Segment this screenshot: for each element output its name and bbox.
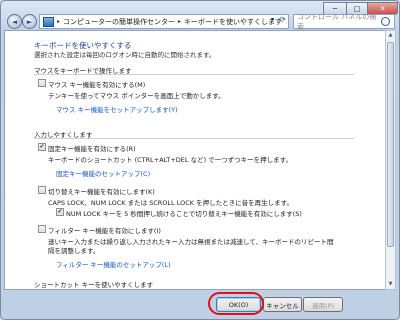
scroll-up-icon[interactable]: ▲ [386,31,395,40]
sticky-keys-label[interactable]: 固定キー機能を有効にする(R) [48,143,136,153]
section-heading-shortcut: ショートカット キーを使いやすくします [34,281,154,289]
back-arrow-icon: ◄ [11,17,18,26]
address-dropdown-icon[interactable]: ▾ [271,16,274,23]
breadcrumb-separator-icon[interactable]: ▸ [178,18,181,25]
mousekeys-description: テンキーを使ってマウス ポインターを画面上で動かします。 [48,92,225,100]
filter-keys-setup-link[interactable]: フィルター キー機能のセットアップ(L) [56,259,171,269]
cancel-button[interactable]: キャンセル [263,297,302,312]
ok-button-highlight [208,292,264,315]
forward-arrow-icon: ► [26,17,33,26]
mousekeys-checkbox[interactable] [38,79,46,87]
sticky-keys-setup-link[interactable]: 固定キー機能のセットアップ(C) [56,168,150,178]
search-input[interactable]: コントロール パネルの検索 [293,12,395,31]
filter-keys-description-line2: 隔を調整します。 [48,247,100,255]
filter-keys-checkbox[interactable] [38,225,46,233]
search-placeholder: コントロール パネルの検索 [297,12,377,31]
vertical-scrollbar[interactable]: ▲ ▼ [385,30,396,290]
mousekeys-label[interactable]: マウス キー機能を有効にする(M) [48,79,145,89]
breadcrumb-item-ease-of-access[interactable]: コンピューターの簡単操作センター [63,17,175,27]
page-subtitle: 選択された設定は毎回のログオン時に自動的に開始されます。 [34,51,216,59]
numlock-toggle-label[interactable]: NUM LOCK キーを 5 秒間押し続けることで切り替えキー機能を有効にします… [66,208,302,218]
control-panel-icon [43,16,54,27]
filter-keys-label[interactable]: フィルター キー機能を有効にします(I) [48,225,161,235]
refresh-icon[interactable]: ⟳ [279,15,286,24]
breadcrumb: ▸ コンピューターの簡単操作センター ▸ キーボードを使いやすくします [57,17,282,27]
search-icon[interactable] [381,17,390,26]
forward-button[interactable]: ► [22,14,37,29]
sticky-keys-description: キーボードのショートカット (CTRL+ALT+DEL など) で一つずつキーを… [48,156,293,164]
mousekeys-setup-link[interactable]: マウス キー機能をセットアップします(Y) [56,104,178,114]
navigation-bar: ◄ ► ▸ コンピューターの簡単操作センター ▸ キーボードを使いやすくします … [5,12,395,31]
toggle-keys-checkbox[interactable] [38,186,46,194]
apply-button[interactable]: 適用(P) [303,297,343,312]
main-content: キーボードを使いやすくする 選択された設定は毎回のログオン時に自動的に開始されま… [4,30,386,290]
back-button[interactable]: ◄ [7,14,22,29]
toggle-keys-label[interactable]: 切り替えキー機能を有効にします(K) [48,186,155,196]
toggle-keys-description: CAPS LOCK、NUM LOCK または SCROLL LOCK を押したと… [48,199,293,207]
button-bar: OK(O) キャンセル 適用(P) [0,292,398,318]
address-bar[interactable]: ▸ コンピューターの簡単操作センター ▸ キーボードを使いやすくします ▾ ⟳ [39,14,289,29]
scroll-down-icon[interactable]: ▼ [386,280,395,289]
breadcrumb-item-keyboard[interactable]: キーボードを使いやすくします [184,17,282,27]
numlock-toggle-checkbox[interactable]: ✔ [56,208,64,216]
scrollbar-thumb[interactable] [387,42,394,247]
section-divider [34,74,354,75]
section-divider [34,138,354,139]
breadcrumb-separator-icon[interactable]: ▸ [57,18,60,25]
sticky-keys-checkbox[interactable]: ✔ [38,143,46,151]
